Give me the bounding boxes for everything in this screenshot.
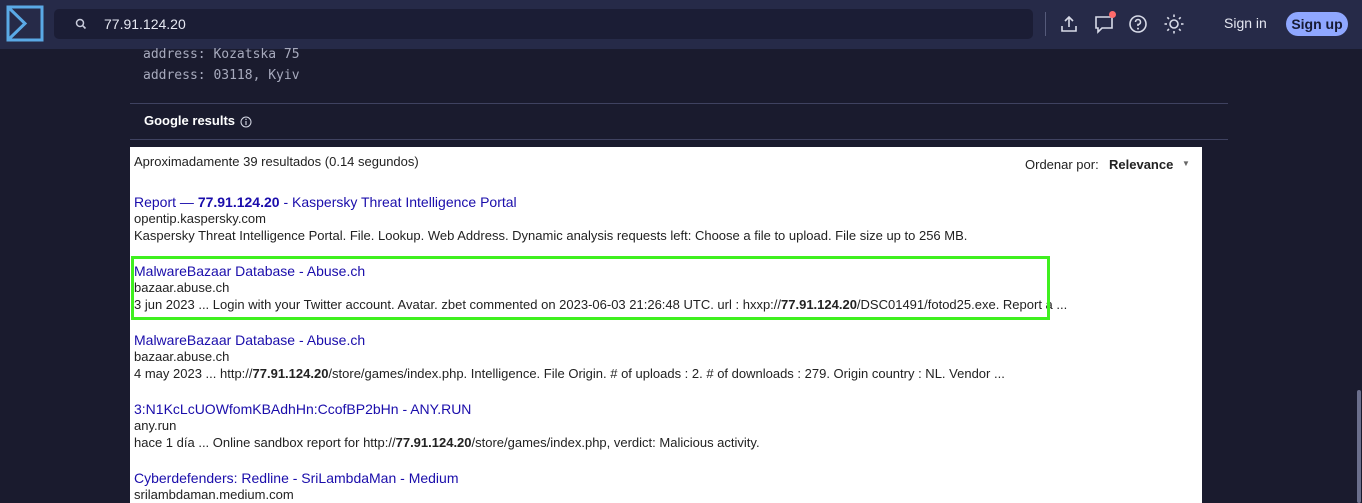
- search-icon: [74, 17, 88, 31]
- search-result: Cyberdefenders: Redline - SriLambdaMan -…: [134, 470, 1194, 503]
- chevron-down-icon[interactable]: ▼: [1182, 159, 1190, 168]
- upload-icon[interactable]: [1058, 13, 1080, 35]
- result-url: any.run: [134, 418, 177, 433]
- logo-icon[interactable]: [6, 5, 44, 42]
- info-icon[interactable]: [240, 115, 252, 128]
- sign-in-link[interactable]: Sign in: [1224, 15, 1267, 31]
- google-results-heading: Google results: [144, 113, 236, 128]
- whois-address-line: address: Kozatska 75: [143, 47, 300, 62]
- result-title-link[interactable]: Report — 77.91.124.20 - Kaspersky Threat…: [134, 194, 1194, 210]
- result-title-link[interactable]: Cyberdefenders: Redline - SriLambdaMan -…: [134, 470, 1194, 486]
- result-snippet: Kaspersky Threat Intelligence Portal. Fi…: [134, 228, 968, 243]
- result-snippet: hace 1 día ... Online sandbox report for…: [134, 435, 760, 450]
- search-result: Report — 77.91.124.20 - Kaspersky Threat…: [134, 194, 1194, 244]
- toolbar-divider: [1045, 12, 1046, 36]
- scrollbar-thumb[interactable]: [1357, 390, 1361, 503]
- result-title-link[interactable]: 3:N1KcLcUOWfomKBAdhHn:CcofBP2bHn - ANY.R…: [134, 401, 1194, 417]
- result-url: bazaar.abuse.ch: [134, 280, 230, 295]
- help-icon[interactable]: [1127, 13, 1149, 35]
- search-result: MalwareBazaar Database - Abuse.ch bazaar…: [134, 332, 1194, 382]
- search-result: 3:N1KcLcUOWfomKBAdhHn:CcofBP2bHn - ANY.R…: [134, 401, 1194, 451]
- sort-label: Ordenar por:: [1025, 157, 1099, 172]
- result-title-link[interactable]: MalwareBazaar Database - Abuse.ch: [134, 332, 1194, 348]
- feedback-icon[interactable]: [1093, 11, 1116, 35]
- notification-dot: [1109, 11, 1116, 18]
- result-title-link[interactable]: MalwareBazaar Database - Abuse.ch: [134, 263, 1194, 279]
- result-snippet: 3 jun 2023 ... Login with your Twitter a…: [134, 297, 1068, 312]
- sort-dropdown[interactable]: Relevance: [1109, 157, 1173, 172]
- search-input[interactable]: [104, 9, 1004, 39]
- search-bar[interactable]: [54, 9, 1033, 39]
- result-snippet: 4 may 2023 ... http://77.91.124.20/store…: [134, 366, 1005, 381]
- whois-address-line: address: 03118, Kyiv: [143, 68, 300, 83]
- results-count: Aproximadamente 39 resultados (0.14 segu…: [134, 154, 419, 169]
- section-divider: [130, 139, 1228, 140]
- section-divider: [130, 103, 1228, 104]
- result-url: srilambdaman.medium.com: [134, 487, 294, 502]
- result-url: bazaar.abuse.ch: [134, 349, 230, 364]
- search-result: MalwareBazaar Database - Abuse.ch bazaar…: [134, 263, 1194, 313]
- top-bar: Sign in Sign up: [0, 0, 1362, 49]
- sign-up-button[interactable]: Sign up: [1286, 12, 1348, 36]
- theme-icon[interactable]: [1163, 13, 1185, 35]
- google-results-panel: Aproximadamente 39 resultados (0.14 segu…: [130, 147, 1202, 503]
- result-url: opentip.kaspersky.com: [134, 211, 266, 226]
